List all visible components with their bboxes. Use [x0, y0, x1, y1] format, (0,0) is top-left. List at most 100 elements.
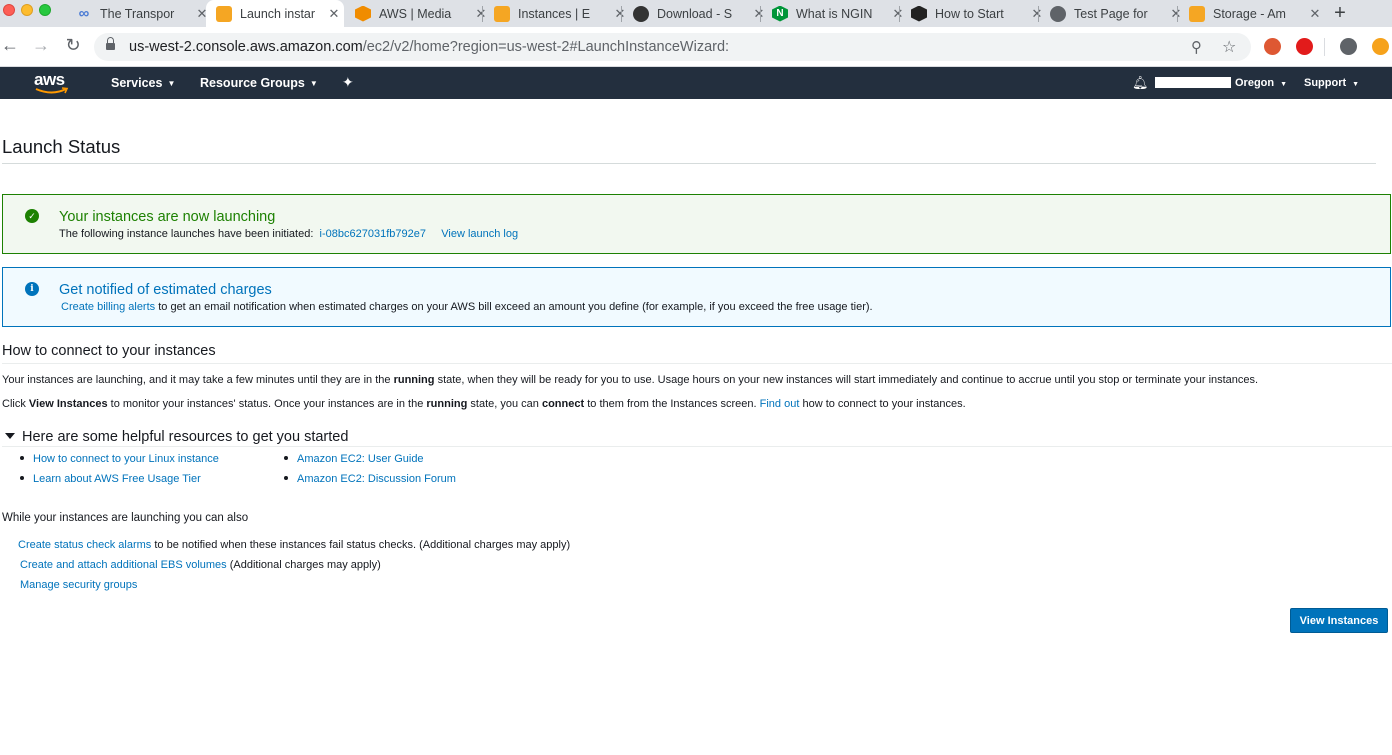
close-tab-icon[interactable]: ✕	[614, 6, 626, 22]
bullet-icon	[20, 476, 24, 480]
new-tab-icon[interactable]: +	[1331, 2, 1349, 25]
profile-avatar-icon[interactable]	[1340, 38, 1357, 55]
section-divider	[2, 446, 1392, 447]
tab-title: Download - S	[657, 6, 733, 21]
bullet-icon	[284, 476, 288, 480]
section-divider	[2, 363, 1392, 364]
tab-title: Test Page for	[1074, 6, 1148, 21]
connect-heading: How to connect to your instances	[2, 343, 216, 359]
connect-paragraph-2: Click View Instances to monitor your ins…	[2, 398, 966, 410]
resources-toggle[interactable]: Here are some helpful resources to get y…	[2, 429, 348, 445]
ebs-volumes-row: Create and attach additional EBS volumes…	[20, 559, 381, 571]
aws-media-icon	[355, 5, 371, 22]
close-tab-icon[interactable]: ✕	[753, 6, 765, 22]
support-menu[interactable]: Support ▼	[1304, 77, 1359, 89]
forward-arrow-icon[interactable]: →	[31, 35, 51, 56]
view-instances-button[interactable]: View Instances	[1290, 608, 1388, 633]
tab-title: Storage - Am	[1213, 6, 1286, 21]
lock-icon	[106, 37, 115, 52]
maximize-window-button[interactable]	[39, 4, 51, 16]
close-tab-icon[interactable]: ✕	[1031, 6, 1043, 22]
tab-title: AWS | Media	[379, 6, 452, 21]
create-ebs-volumes-link[interactable]: Create and attach additional EBS volumes	[20, 559, 227, 571]
pin-icon[interactable]: ✦	[342, 74, 354, 91]
security-groups-row: Manage security groups	[20, 579, 137, 591]
resource-item[interactable]: Learn about AWS Free Usage Tier	[20, 473, 201, 485]
tab-separator	[760, 6, 761, 22]
globe-icon	[1050, 5, 1066, 22]
back-arrow-icon[interactable]: ←	[0, 35, 20, 56]
info-heading: Get notified of estimated charges	[59, 282, 272, 298]
tab-title: The Transpor	[100, 6, 175, 21]
account-name-redacted[interactable]	[1155, 77, 1231, 88]
tab-title: How to Start	[935, 6, 1004, 21]
resource-item[interactable]: Amazon EC2: User Guide	[284, 453, 424, 465]
browser-tab[interactable]: Test Page for ✕	[1050, 0, 1182, 27]
chevron-down-icon: ▼	[309, 79, 318, 88]
hexagon-icon	[911, 5, 927, 22]
browser-tab[interactable]: Storage - Am ✕	[1189, 0, 1321, 27]
info-alert: i Get notified of estimated charges Crea…	[2, 267, 1391, 327]
tab-separator	[621, 6, 622, 22]
storage-icon	[1189, 5, 1205, 22]
tab-separator	[482, 6, 483, 22]
also-heading: While your instances are launching you c…	[2, 512, 249, 524]
toolbar-divider	[1324, 38, 1325, 56]
reload-icon[interactable]: ↻	[63, 35, 83, 56]
close-tab-icon[interactable]: ✕	[1309, 6, 1321, 22]
browser-tab[interactable]: How to Start ✕	[911, 0, 1043, 27]
close-window-button[interactable]	[3, 4, 15, 16]
close-tab-icon[interactable]: ✕	[328, 6, 340, 22]
bookmark-star-icon[interactable]: ☆	[1222, 37, 1236, 57]
download-icon	[633, 5, 649, 22]
browser-tab-bar: ∞ The Transpor ✕ Launch instar ✕ AWS | M…	[0, 0, 1392, 27]
view-launch-log-link[interactable]: View launch log	[441, 228, 518, 240]
create-billing-alerts-link[interactable]: Create billing alerts	[61, 301, 155, 313]
services-menu[interactable]: Services ▼	[111, 76, 175, 90]
resource-item[interactable]: How to connect to your Linux instance	[20, 453, 219, 465]
resource-item[interactable]: Amazon EC2: Discussion Forum	[284, 473, 456, 485]
browser-tab[interactable]: Download - S ✕	[633, 0, 765, 27]
browser-tab[interactable]: N What is NGIN ✕	[772, 0, 904, 27]
success-heading: Your instances are now launching	[59, 209, 276, 225]
url-omnibox[interactable]: us-west-2.console.aws.amazon.com/ec2/v2/…	[94, 33, 1251, 61]
region-menu[interactable]: Oregon ▼	[1235, 77, 1287, 89]
aws-smile-icon	[35, 87, 69, 94]
infinity-icon: ∞	[78, 5, 90, 22]
tab-separator	[899, 6, 900, 22]
bell-icon[interactable]: 🔔︎	[1132, 75, 1149, 91]
close-tab-icon[interactable]: ✕	[892, 6, 904, 22]
find-out-link[interactable]: Find out	[760, 398, 800, 410]
manage-security-groups-link[interactable]: Manage security groups	[20, 579, 137, 591]
aws-box-icon	[216, 5, 232, 22]
browser-tab-active[interactable]: Launch instar ✕	[206, 0, 344, 27]
chevron-down-icon: ▼	[1352, 81, 1360, 88]
update-extension-icon[interactable]	[1372, 38, 1389, 55]
aws-logo[interactable]: aws	[34, 70, 70, 96]
check-circle-icon: ✓	[25, 209, 39, 223]
tab-separator	[1177, 6, 1178, 22]
zoom-icon[interactable]: ⚲	[1191, 38, 1202, 56]
close-tab-icon[interactable]: ✕	[1170, 6, 1182, 22]
tab-title: What is NGIN	[796, 6, 873, 21]
page-title: Launch Status	[2, 136, 121, 157]
bullet-icon	[284, 456, 288, 460]
aws-top-nav: aws Services ▼ Resource Groups ▼ ✦ 🔔︎ Oreg…	[0, 67, 1392, 99]
info-circle-icon: i	[25, 282, 39, 296]
url-text[interactable]: us-west-2.console.aws.amazon.com/ec2/v2/…	[129, 39, 729, 55]
duckduckgo-extension-icon[interactable]	[1264, 38, 1281, 55]
status-alarms-row: Create status check alarms to be notifie…	[18, 539, 571, 551]
resource-groups-menu[interactable]: Resource Groups ▼	[200, 76, 318, 90]
chevron-down-icon: ▼	[1280, 81, 1288, 88]
browser-tab[interactable]: ∞ The Transpor ✕	[76, 0, 208, 27]
adblock-extension-icon[interactable]	[1296, 38, 1313, 55]
close-tab-icon[interactable]: ✕	[475, 6, 487, 22]
instance-id-link[interactable]: i-08bc627031fb792e7	[320, 228, 426, 240]
tab-separator	[1038, 6, 1039, 22]
nginx-icon: N	[772, 5, 788, 22]
browser-tab[interactable]: AWS | Media ✕	[355, 0, 487, 27]
tab-title: Instances | E	[518, 6, 591, 21]
minimize-window-button[interactable]	[21, 4, 33, 16]
browser-tab[interactable]: Instances | E ✕	[494, 0, 626, 27]
create-status-check-alarms-link[interactable]: Create status check alarms	[18, 539, 151, 551]
